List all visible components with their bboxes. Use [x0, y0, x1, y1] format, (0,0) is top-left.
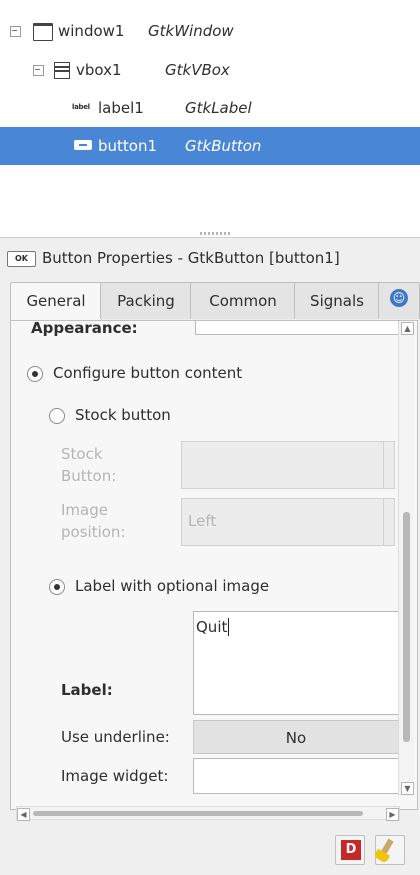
label-with-image-label: Label with optional image	[75, 577, 270, 595]
devhelp-icon: D	[341, 840, 361, 860]
vertical-scrollbar[interactable]: ▲ ▼	[398, 322, 414, 796]
button-type-icon: OK	[7, 251, 36, 267]
image-widget-label: Image widget:	[61, 767, 169, 785]
tree-widget-name: label1	[98, 99, 144, 117]
stock-button-option-label: Stock button	[75, 406, 171, 424]
tree-widget-name: button1	[98, 137, 158, 155]
image-position-label: Image position:	[61, 501, 126, 541]
tab-common[interactable]: Common	[190, 282, 296, 319]
pane-resize-handle[interactable]	[200, 232, 230, 235]
collapse-icon[interactable]	[33, 65, 44, 76]
collapse-icon[interactable]	[10, 26, 21, 37]
properties-header: OK Button Properties - GtkButton [button…	[0, 245, 420, 273]
tree-widget-type: GtkWindow	[148, 22, 234, 40]
scroll-up-icon[interactable]: ▲	[401, 322, 414, 335]
scroll-left-icon[interactable]: ◀	[17, 808, 30, 821]
tree-widget-type: GtkVBox	[165, 61, 230, 79]
appearance-field	[195, 321, 399, 335]
tree-widget-type: GtkLabel	[185, 99, 252, 117]
button-icon	[74, 140, 92, 150]
scroll-right-icon[interactable]: ▶	[386, 808, 399, 821]
tree-row-vbox1[interactable]: vbox1 GtkVBox	[0, 51, 420, 89]
clear-property-button[interactable]	[375, 835, 405, 865]
label-icon: label	[72, 103, 90, 111]
vbox-icon	[54, 62, 70, 79]
combo-arrow-icon	[383, 499, 394, 545]
label-with-image-radio[interactable]	[49, 579, 65, 595]
window-icon	[33, 23, 53, 41]
image-widget-field[interactable]	[193, 758, 399, 794]
label-textarea[interactable]: Quit	[193, 611, 399, 715]
scroll-down-icon[interactable]: ▼	[401, 782, 414, 795]
tree-row-button1[interactable]: button1 GtkButton	[0, 127, 420, 165]
configure-content-label: Configure button content	[53, 364, 243, 382]
broom-icon	[380, 838, 394, 856]
label-text-value: Quit	[196, 618, 230, 636]
general-page: Appearance: Configure button content Sto…	[10, 320, 418, 810]
appearance-heading: Appearance:	[31, 320, 138, 337]
property-tabs: General Packing Common Signals ☺	[10, 282, 420, 322]
image-position-combo: Left	[181, 498, 395, 546]
scrollbar-thumb[interactable]	[403, 512, 410, 742]
label-field-label: Label:	[61, 681, 113, 699]
use-underline-label: Use underline:	[61, 728, 170, 746]
tree-widget-name: window1	[58, 22, 125, 40]
stock-button-label: Stock Button:	[61, 445, 117, 485]
tree-row-window1[interactable]: window1 GtkWindow	[0, 12, 420, 50]
tab-accessibility[interactable]: ☺	[378, 282, 420, 319]
stock-button-combo	[181, 441, 395, 489]
stock-button-radio[interactable]	[49, 408, 65, 424]
combo-arrow-icon	[383, 442, 394, 488]
image-position-value: Left	[188, 512, 217, 530]
accessibility-icon: ☺	[390, 289, 408, 307]
tab-general[interactable]: General	[10, 282, 102, 322]
devhelp-button[interactable]: D	[335, 835, 365, 865]
configure-content-radio[interactable]	[27, 366, 43, 382]
tree-row-label1[interactable]: label label1 GtkLabel	[0, 89, 420, 127]
tab-packing[interactable]: Packing	[100, 282, 192, 319]
scrollbar-thumb[interactable]	[33, 811, 363, 816]
horizontal-scrollbar[interactable]: ◀ ▶	[16, 806, 400, 821]
tree-widget-type: GtkButton	[185, 137, 262, 155]
properties-title: Button Properties - GtkButton [button1]	[42, 249, 340, 267]
tree-widget-name: vbox1	[76, 61, 122, 79]
tab-signals[interactable]: Signals	[294, 282, 380, 319]
use-underline-toggle[interactable]: No	[193, 720, 399, 754]
widget-tree: window1 GtkWindow vbox1 GtkVBox label la…	[0, 0, 420, 238]
